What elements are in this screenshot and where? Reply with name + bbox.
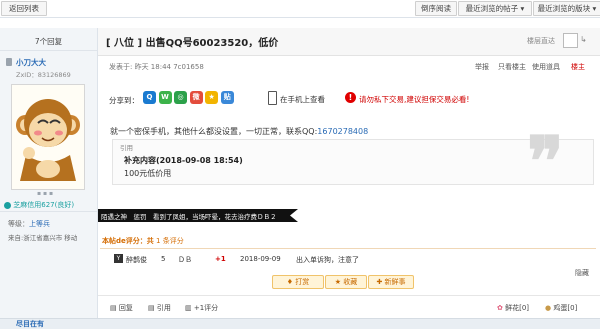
rate-label: +1评分	[193, 304, 219, 312]
author-online-icon	[6, 58, 12, 66]
rating-col1: 5	[161, 255, 166, 263]
rating-comment: 出入单诉狗，注意了	[296, 256, 359, 264]
author-level: 等级：上等兵	[8, 219, 50, 229]
monkey-avatar-image	[12, 85, 84, 189]
signature-text: 陌遇之神 惩罚 看到了凤姐，当场吓晕，花去治疗费ＤＢ２	[101, 213, 277, 221]
avatar[interactable]	[11, 84, 85, 190]
floor-jump-label: 楼层直达	[527, 37, 555, 45]
quote-label: 引用	[120, 144, 133, 152]
credit-icon	[4, 201, 11, 209]
wechat-share-icon[interactable]: W	[158, 91, 172, 104]
recent-boards-label: 最近浏览的版块	[537, 4, 591, 13]
new-thing-label: 新鲜事	[384, 278, 406, 286]
rater-name[interactable]: 醉鹊俊	[126, 255, 147, 265]
recent-posts-button[interactable]: 最近浏览的帖子 ▾	[458, 1, 532, 16]
star-icon: ★	[334, 278, 342, 286]
share-label: 分享到：	[109, 96, 139, 105]
phone-view-link[interactable]: 在手机上查看	[280, 94, 325, 105]
rating-col2: ＤＢ	[178, 256, 192, 264]
author-location: 来自:浙江省嘉兴市 移动	[8, 234, 78, 242]
rating-divider	[100, 248, 596, 249]
credit-text: 芝麻信用627(良好)	[13, 201, 75, 209]
rating-suffix: 条评分	[162, 237, 184, 245]
sidebar-divider	[0, 50, 97, 51]
egg-link[interactable]: ● 鸡蛋[0]	[545, 303, 577, 313]
tieba-share-icon[interactable]: 贴	[220, 91, 234, 104]
next-post-header	[0, 318, 600, 329]
post-body-text: 就一个密保手机，其他什么都没设置，一切正常，联系QQ:	[110, 127, 318, 136]
use-item-link[interactable]: 使用道具	[532, 62, 560, 72]
author-zxid: ZxID：83126869	[16, 71, 71, 79]
reply-label: 回复	[118, 304, 133, 312]
quote-icon: ▤	[148, 304, 155, 312]
moments-share-icon[interactable]: ◎	[174, 91, 188, 104]
thread-title: [ 八位 ] 出售QQ号60023520，低价	[106, 38, 279, 49]
rating-score: +1	[215, 255, 226, 263]
reply-icon: ▤	[110, 304, 117, 312]
reverse-read-button[interactable]: 倒序阅读	[415, 1, 457, 16]
flower-label: 鲜花[0]	[505, 304, 530, 312]
share-icons: Q W ◎ 微 ★ 贴	[143, 91, 234, 104]
quote-mark-icon: ❞	[527, 122, 564, 202]
rater-avatar-icon: Y	[114, 254, 123, 263]
egg-label: 鸡蛋[0]	[553, 304, 578, 312]
egg-icon: ●	[545, 304, 552, 312]
qq-link[interactable]: 1670278408	[317, 127, 368, 136]
weibo-share-icon[interactable]: 微	[189, 91, 203, 104]
rate-icon: ▥	[185, 304, 192, 312]
floor-badge: 楼主	[571, 63, 585, 71]
post-body: 就一个密保手机，其他什么都没设置，一切正常，联系QQ:1670278408	[110, 126, 368, 137]
quote-link[interactable]: ▤ 引用	[148, 303, 171, 313]
post-time: 发表于: 昨天 18:44 7c01658	[109, 63, 204, 71]
toolbar-divider	[0, 17, 600, 18]
rate-link[interactable]: ▥ +1评分	[185, 303, 218, 313]
rating-count: 1	[156, 237, 161, 245]
report-link[interactable]: 举报	[475, 62, 489, 72]
floor-jump-input[interactable]	[563, 33, 578, 48]
floor-jump-arrow-icon[interactable]: ↳	[580, 35, 587, 44]
phone-icon[interactable]	[268, 91, 277, 105]
quote-text: 100元低价甩	[124, 169, 172, 178]
rating-date: 2018-09-09	[240, 255, 281, 263]
flower-icon: ✿	[497, 304, 503, 312]
credit-badge[interactable]: 芝麻信用627(良好)	[4, 200, 74, 210]
favorite-button[interactable]: ★ 收藏	[325, 275, 367, 289]
recent-boards-button[interactable]: 最近浏览的版块 ▾	[533, 1, 600, 16]
level-label: 等级：	[8, 220, 29, 228]
tip-button[interactable]: ♦ 打赏	[272, 275, 324, 289]
reply-count: 7个回复	[34, 37, 63, 46]
author-only-link[interactable]: 只看楼主	[498, 62, 526, 72]
back-to-list-button[interactable]: 返回列表	[1, 1, 47, 16]
quote-title: 补充内容(2018-09-08 18:54)	[124, 156, 243, 165]
level-value[interactable]: 上等兵	[29, 220, 50, 228]
favorite-label: 收藏	[343, 278, 358, 286]
tip-icon: ♦	[286, 278, 294, 286]
flower-link[interactable]: ✿ 鲜花[0]	[497, 303, 529, 313]
reply-link[interactable]: ▤ 回复	[110, 303, 133, 313]
rating-hide-link[interactable]: 隐藏	[575, 268, 589, 278]
post-count-icon: ▪ ▪ ▪	[37, 190, 54, 197]
author-name[interactable]: 小刀大大	[16, 57, 46, 68]
trade-warning[interactable]: 请勿私下交易,建议担保交易必看!	[359, 94, 469, 105]
tip-label: 打赏	[295, 278, 310, 286]
new-thing-icon: ✚	[376, 278, 383, 286]
rating-title: 本帖de评分：共	[102, 237, 154, 245]
footer-divider	[98, 295, 600, 296]
new-thing-button[interactable]: ✚ 新鲜事	[368, 275, 414, 289]
rating-header: 本帖de评分：共 1 条评分	[102, 236, 184, 246]
qq-share-icon[interactable]: Q	[143, 91, 156, 104]
sidebar-divider-2	[0, 211, 97, 212]
qzone-share-icon[interactable]: ★	[205, 91, 219, 104]
recent-posts-label: 最近浏览的帖子	[465, 4, 519, 13]
quote-link-label: 引用	[156, 304, 171, 312]
warning-icon: !	[345, 92, 356, 103]
